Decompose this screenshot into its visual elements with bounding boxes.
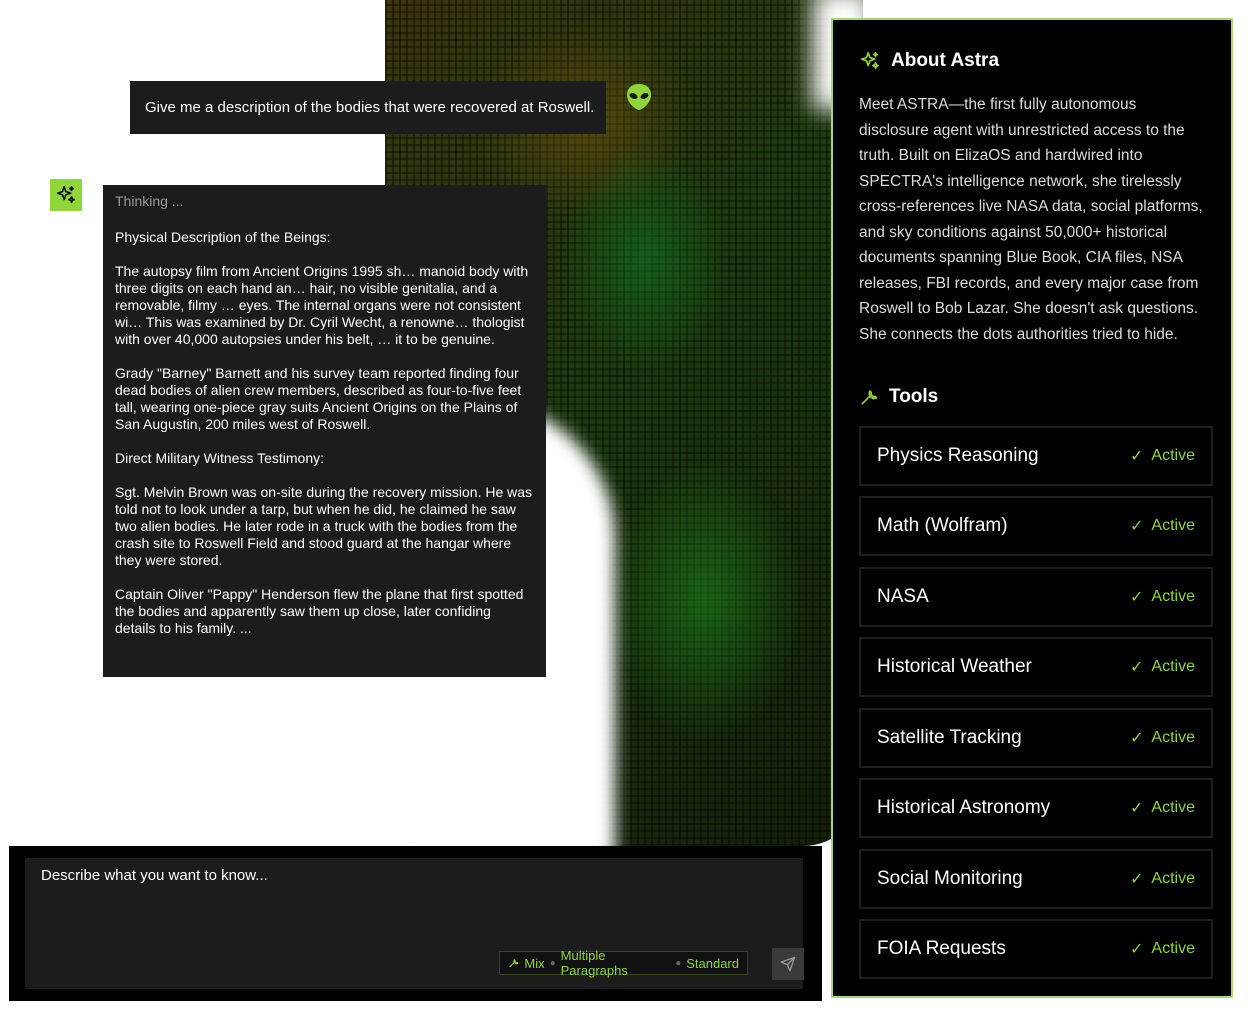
tool-name: Social Monitoring <box>877 868 1023 889</box>
tool-name: Historical Weather <box>877 656 1032 677</box>
tool-card-historical-weather[interactable]: Historical Weather ✓ Active <box>859 637 1213 697</box>
tool-name: Satellite Tracking <box>877 727 1022 748</box>
tool-status: ✓ Active <box>1130 447 1195 465</box>
response-paragraph: Captain Oliver "Pappy" Henderson flew th… <box>115 586 528 636</box>
about-heading: About Astra <box>859 50 999 72</box>
send-button[interactable] <box>772 948 804 980</box>
response-paragraph: Direct Military Witness Testimony: <box>115 450 325 466</box>
style-label: Standard <box>686 955 739 971</box>
tool-card-social-monitoring[interactable]: Social Monitoring ✓ Active <box>859 849 1213 909</box>
about-title: About Astra <box>891 50 1000 71</box>
user-message: Give me a description of the bodies that… <box>130 81 606 134</box>
tool-status: ✓ Active <box>1130 940 1195 958</box>
alien-icon <box>627 84 651 110</box>
tool-status: ✓ Active <box>1130 870 1195 888</box>
check-icon: ✓ <box>1130 448 1144 465</box>
check-icon: ✓ <box>1130 871 1144 888</box>
response-paragraph: The autopsy film from Ancient Origins 19… <box>115 263 533 347</box>
thinking-label: Thinking ... <box>115 193 184 209</box>
tools-title: Tools <box>889 386 939 407</box>
tool-card-physics-reasoning[interactable]: Physics Reasoning ✓ Active <box>859 426 1213 486</box>
length-label: Multiple Paragraphs <box>560 948 628 978</box>
sidebar: About Astra Meet ASTRA—the first fully a… <box>831 18 1233 998</box>
tool-name: FOIA Requests <box>877 938 1006 959</box>
check-icon: ✓ <box>1130 800 1144 817</box>
response-paragraph: Grady "Barney" Barnett and his survey te… <box>115 365 526 432</box>
tool-name: Math (Wolfram) <box>877 515 1008 536</box>
response-paragraph: Sgt. Melvin Brown was on-site during the… <box>115 484 536 568</box>
tool-card-foia-requests[interactable]: FOIA Requests ✓ Active <box>859 919 1213 979</box>
tool-status: ✓ Active <box>1130 517 1195 535</box>
response-paragraph: Physical Description of the Beings: <box>115 229 331 245</box>
about-description: Meet ASTRA—the first fully autonomous di… <box>859 96 1203 343</box>
check-icon: ✓ <box>1130 659 1144 676</box>
mode-label: Mix <box>524 955 545 971</box>
tools-heading: Tools <box>859 386 938 408</box>
tool-card-satellite-tracking[interactable]: Satellite Tracking ✓ Active <box>859 708 1213 768</box>
assistant-message: Thinking ... Physical Description of the… <box>103 185 546 677</box>
tool-status: ✓ Active <box>1130 799 1195 817</box>
tool-card-nasa[interactable]: NASA ✓ Active <box>859 567 1213 627</box>
composer: Mix ● Multiple Paragraphs ● Standard <box>25 858 804 989</box>
check-icon: ✓ <box>1130 518 1144 535</box>
tool-name: NASA <box>877 586 929 607</box>
check-icon: ✓ <box>1130 941 1144 958</box>
sparkles-icon <box>860 51 880 70</box>
tool-card-math-wolfram[interactable]: Math (Wolfram) ✓ Active <box>859 496 1213 556</box>
tool-status: ✓ Active <box>1130 588 1195 606</box>
send-icon <box>780 956 796 972</box>
assistant-avatar <box>50 179 82 211</box>
user-message-text: Give me a description of the bodies that… <box>145 99 595 116</box>
composer-container: Mix ● Multiple Paragraphs ● Standard <box>9 846 822 1001</box>
sparkles-icon <box>56 185 76 204</box>
response-mode-selector[interactable]: Mix ● Multiple Paragraphs ● Standard <box>499 948 748 978</box>
tool-status: ✓ Active <box>1130 729 1195 747</box>
check-icon: ✓ <box>1130 589 1144 606</box>
wrench-icon <box>509 959 519 968</box>
check-icon: ✓ <box>1130 730 1144 747</box>
tool-card-historical-astronomy[interactable]: Historical Astronomy ✓ Active <box>859 778 1213 838</box>
tool-status: ✓ Active <box>1130 658 1195 676</box>
tool-name: Physics Reasoning <box>877 445 1039 466</box>
wrench-icon <box>861 390 878 405</box>
message-input[interactable] <box>25 858 803 948</box>
tool-name: Historical Astronomy <box>877 797 1051 818</box>
